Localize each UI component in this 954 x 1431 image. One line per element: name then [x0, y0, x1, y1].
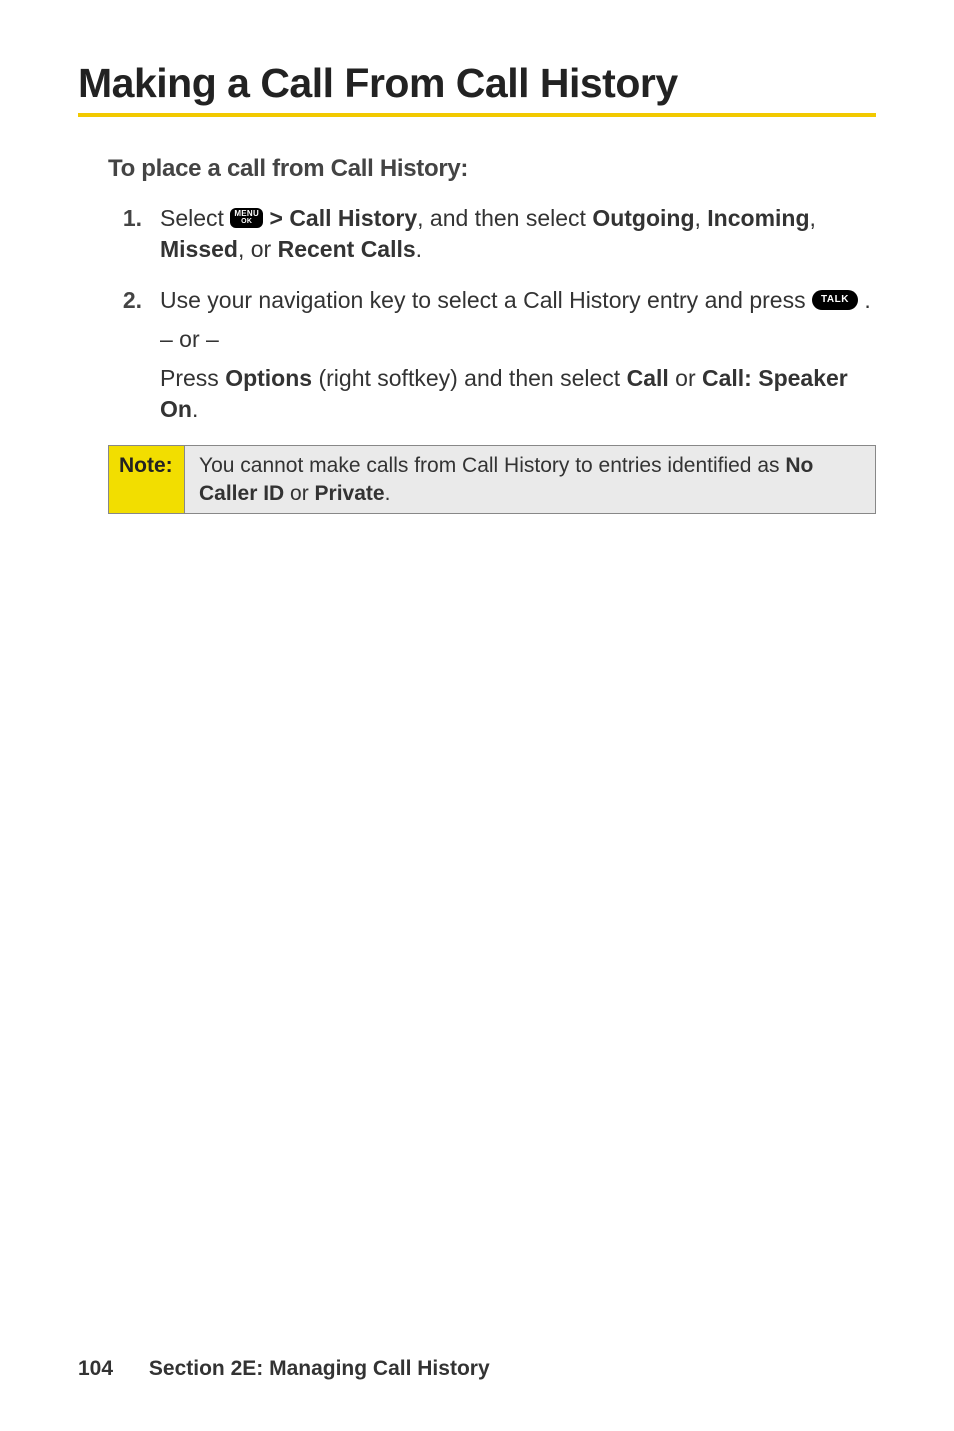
icon-text: OK [241, 218, 252, 225]
text-bold: Recent Calls [278, 236, 416, 262]
text: (right softkey) and then select [312, 365, 627, 391]
text: . [192, 396, 198, 422]
text-bold: Call History [289, 205, 417, 231]
text: Use your navigation key to select a Call… [160, 287, 812, 313]
step-body: Select MENU OK > Call History, and then … [160, 203, 876, 265]
subheading: To place a call from Call History: [108, 155, 876, 183]
text-bold: > [269, 205, 289, 231]
menu-ok-icon: MENU OK [230, 208, 263, 228]
page-title: Making a Call From Call History [78, 60, 876, 107]
note-box: Note: You cannot make calls from Call Hi… [108, 445, 876, 514]
step-body: Use your navigation key to select a Call… [160, 285, 876, 425]
text: Press [160, 365, 225, 391]
step-number: 1. [108, 203, 160, 265]
note-text: You cannot make calls from Call History … [185, 446, 875, 513]
text-bold: Missed [160, 236, 238, 262]
text: , and then select [417, 205, 592, 231]
text: . [385, 482, 391, 505]
step-1: 1. Select MENU OK > Call History, and th… [108, 203, 876, 265]
or-separator: – or – [160, 324, 876, 355]
steps-list: 1. Select MENU OK > Call History, and th… [108, 203, 876, 425]
icon-text: MENU [234, 210, 259, 218]
text: . [858, 287, 871, 313]
text-bold: Outgoing [592, 205, 694, 231]
text: , [695, 205, 708, 231]
page-number: 104 [78, 1357, 113, 1380]
text-bold: Private [315, 482, 385, 505]
text: You cannot make calls from Call History … [199, 454, 785, 477]
text: Select [160, 205, 230, 231]
page-footer: 104 Section 2E: Managing Call History [78, 1357, 490, 1381]
talk-icon: TALK [812, 290, 858, 310]
text: . [416, 236, 422, 262]
step-number: 2. [108, 285, 160, 425]
section-label: Section 2E: Managing Call History [149, 1357, 490, 1380]
text-bold: Options [225, 365, 312, 391]
text: or [669, 365, 702, 391]
title-underline [78, 113, 876, 117]
step-2: 2. Use your navigation key to select a C… [108, 285, 876, 425]
note-label: Note: [109, 446, 185, 513]
text-bold: Incoming [707, 205, 809, 231]
text: or [284, 482, 314, 505]
text: , [810, 205, 816, 231]
text-bold: Call [627, 365, 669, 391]
text: , or [238, 236, 278, 262]
